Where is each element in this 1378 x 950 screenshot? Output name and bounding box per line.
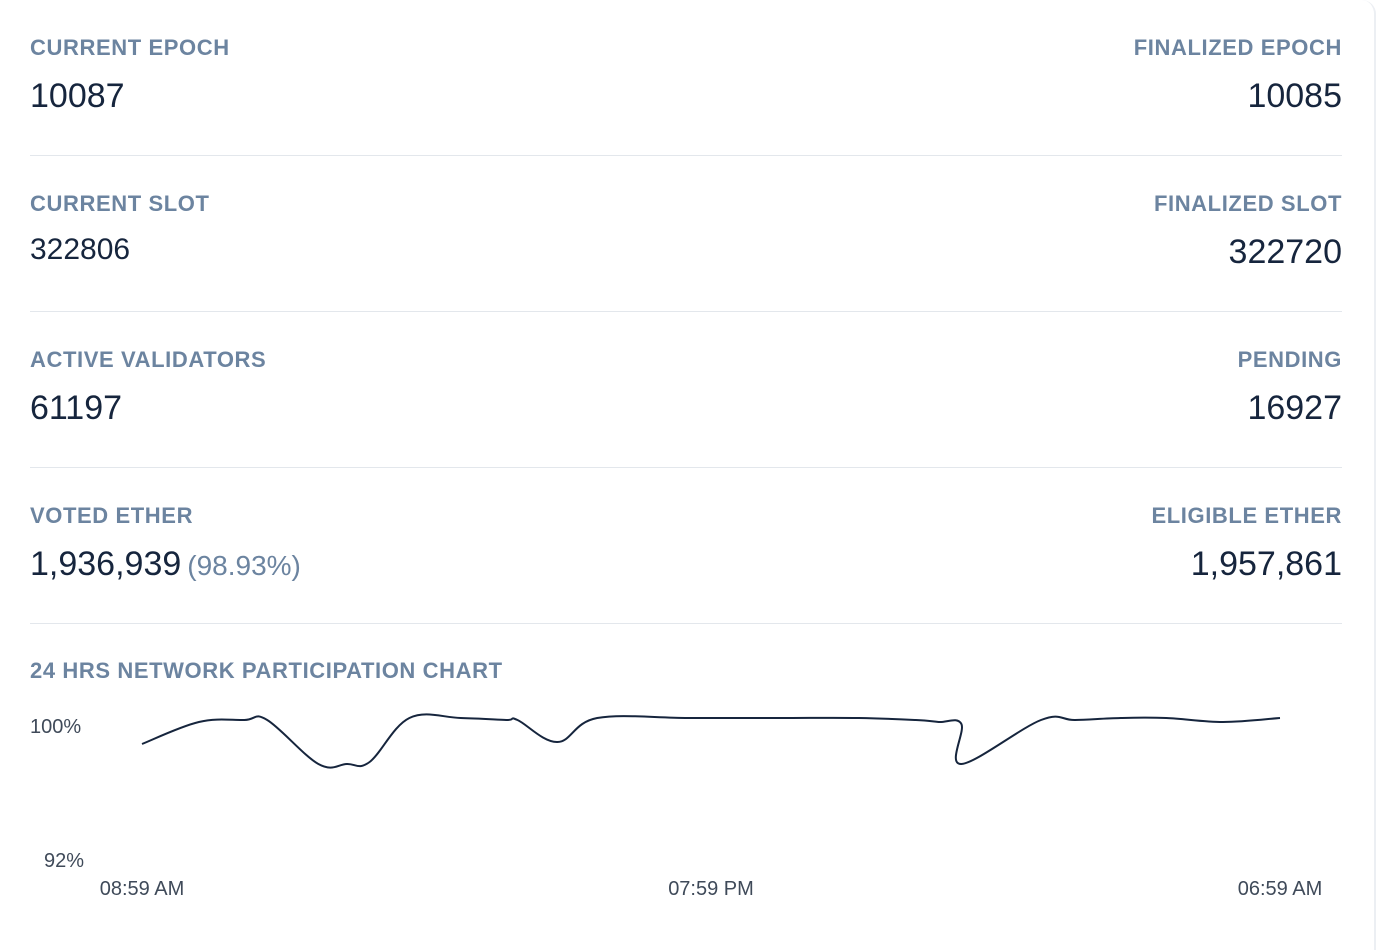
finalized-epoch-label: FINALIZED EPOCH — [1133, 35, 1342, 60]
finalized-slot-value: 322720 — [1228, 233, 1342, 271]
voted-ether-label: VOTED ETHER — [30, 503, 194, 528]
participation-chart: 100% 92% 08:59 AM 07:59 PM 06:59 AM — [30, 713, 1323, 900]
current-epoch-value: 10087 — [30, 77, 125, 115]
y-tick-label-bottom: 92% — [44, 850, 84, 872]
active-validators-label: ACTIVE VALIDATORS — [30, 347, 267, 372]
x-tick-label-middle: 07:59 PM — [668, 878, 754, 900]
pending-value: 16927 — [1247, 389, 1342, 427]
voted-ether-percent: (98.93%) — [187, 550, 301, 581]
epoch-row: CURRENT EPOCH 10087 FINALIZED EPOCH 1008… — [30, 0, 1342, 156]
ether-row: VOTED ETHER 1,936,939 (98.93%) ELIGIBLE E… — [30, 468, 1342, 624]
current-slot-value: 322806 — [30, 233, 131, 266]
finalized-epoch-stat: FINALIZED EPOCH 10085 — [1134, 34, 1342, 116]
current-slot-label: CURRENT SLOT — [30, 191, 210, 216]
slot-row: CURRENT SLOT 322806 FINALIZED SLOT 32272… — [30, 156, 1342, 312]
series-layer — [141, 713, 1281, 769]
active-validators-value: 61197 — [30, 389, 123, 427]
participation-line — [141, 713, 1281, 769]
finalized-epoch-value: 10085 — [1247, 77, 1342, 115]
validators-row: ACTIVE VALIDATORS 61197 PENDING 16927 — [30, 312, 1342, 468]
voted-ether-stat: VOTED ETHER 1,936,939 (98.93%) — [30, 502, 301, 586]
x-tick-label-end: 06:59 AM — [1238, 878, 1323, 900]
participation-chart-title: 24 HRS NETWORK PARTICIPATION CHART — [30, 658, 503, 683]
pending-label: PENDING — [1237, 347, 1342, 372]
current-epoch-stat: CURRENT EPOCH 10087 — [30, 34, 230, 116]
current-epoch-label: CURRENT EPOCH — [30, 35, 230, 60]
x-tick-label-start: 08:59 AM — [100, 878, 185, 900]
finalized-slot-stat: FINALIZED SLOT 322720 — [1154, 190, 1342, 272]
current-slot-stat: CURRENT SLOT 322806 — [30, 190, 210, 270]
eligible-ether-value: 1,957,861 — [1190, 545, 1342, 583]
finalized-slot-label: FINALIZED SLOT — [1153, 191, 1342, 216]
network-stats-card: CURRENT EPOCH 10087 FINALIZED EPOCH 1008… — [0, 0, 1376, 950]
pending-stat: PENDING 16927 — [1238, 346, 1342, 428]
active-validators-stat: ACTIVE VALIDATORS 61197 — [30, 346, 266, 428]
y-tick-label-top: 100% — [30, 716, 81, 738]
eligible-ether-stat: ELIGIBLE ETHER 1,957,861 — [1151, 502, 1342, 584]
eligible-ether-label: ELIGIBLE ETHER — [1151, 503, 1342, 528]
voted-ether-value: 1,936,939 — [30, 545, 182, 583]
voted-ether-value-line: 1,936,939 (98.93%) — [30, 544, 301, 586]
